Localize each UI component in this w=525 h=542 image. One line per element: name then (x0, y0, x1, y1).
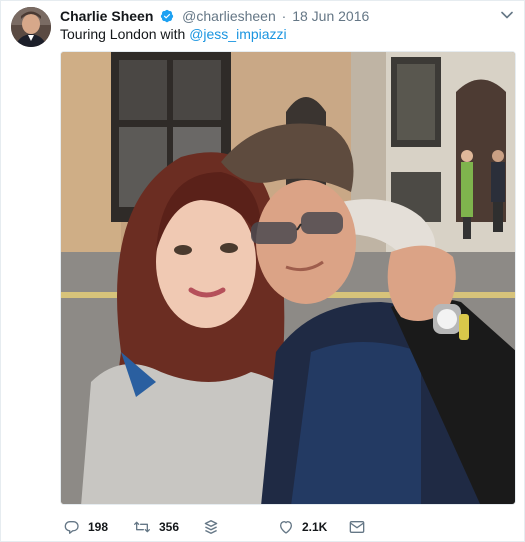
message-icon (349, 520, 365, 534)
stack-button[interactable] (204, 517, 218, 537)
tweet-actions: 198 356 2.1K (60, 517, 520, 537)
message-button[interactable] (349, 517, 365, 537)
avatar[interactable] (11, 7, 51, 47)
stack-icon (204, 519, 218, 535)
reply-icon (64, 519, 80, 535)
reply-count: 198 (88, 520, 109, 534)
retweet-button[interactable]: 356 (133, 517, 179, 537)
tweet-header: Charlie Sheen @charliesheen · 18 Jun 201… (60, 7, 369, 27)
author-name[interactable]: Charlie Sheen (60, 8, 153, 24)
like-button[interactable]: 2.1K (278, 517, 327, 537)
like-count: 2.1K (302, 520, 328, 534)
separator-dot: · (281, 8, 287, 24)
retweet-count: 356 (159, 520, 180, 534)
tweet-text: Touring London with @jess_impiazzi (60, 25, 287, 43)
tweet-card: Charlie Sheen @charliesheen · 18 Jun 201… (0, 0, 525, 542)
retweet-icon (133, 519, 151, 535)
tweet-text-body: Touring London with (60, 26, 190, 42)
heart-icon (278, 519, 294, 535)
chevron-down-icon[interactable] (500, 8, 514, 22)
tweet-date[interactable]: 18 Jun 2016 (292, 8, 369, 24)
author-handle[interactable]: @charliesheen (182, 8, 276, 24)
reply-button[interactable]: 198 (64, 517, 108, 537)
tweet-photo[interactable] (60, 51, 516, 505)
mention-link[interactable]: @jess_impiazzi (189, 26, 286, 42)
